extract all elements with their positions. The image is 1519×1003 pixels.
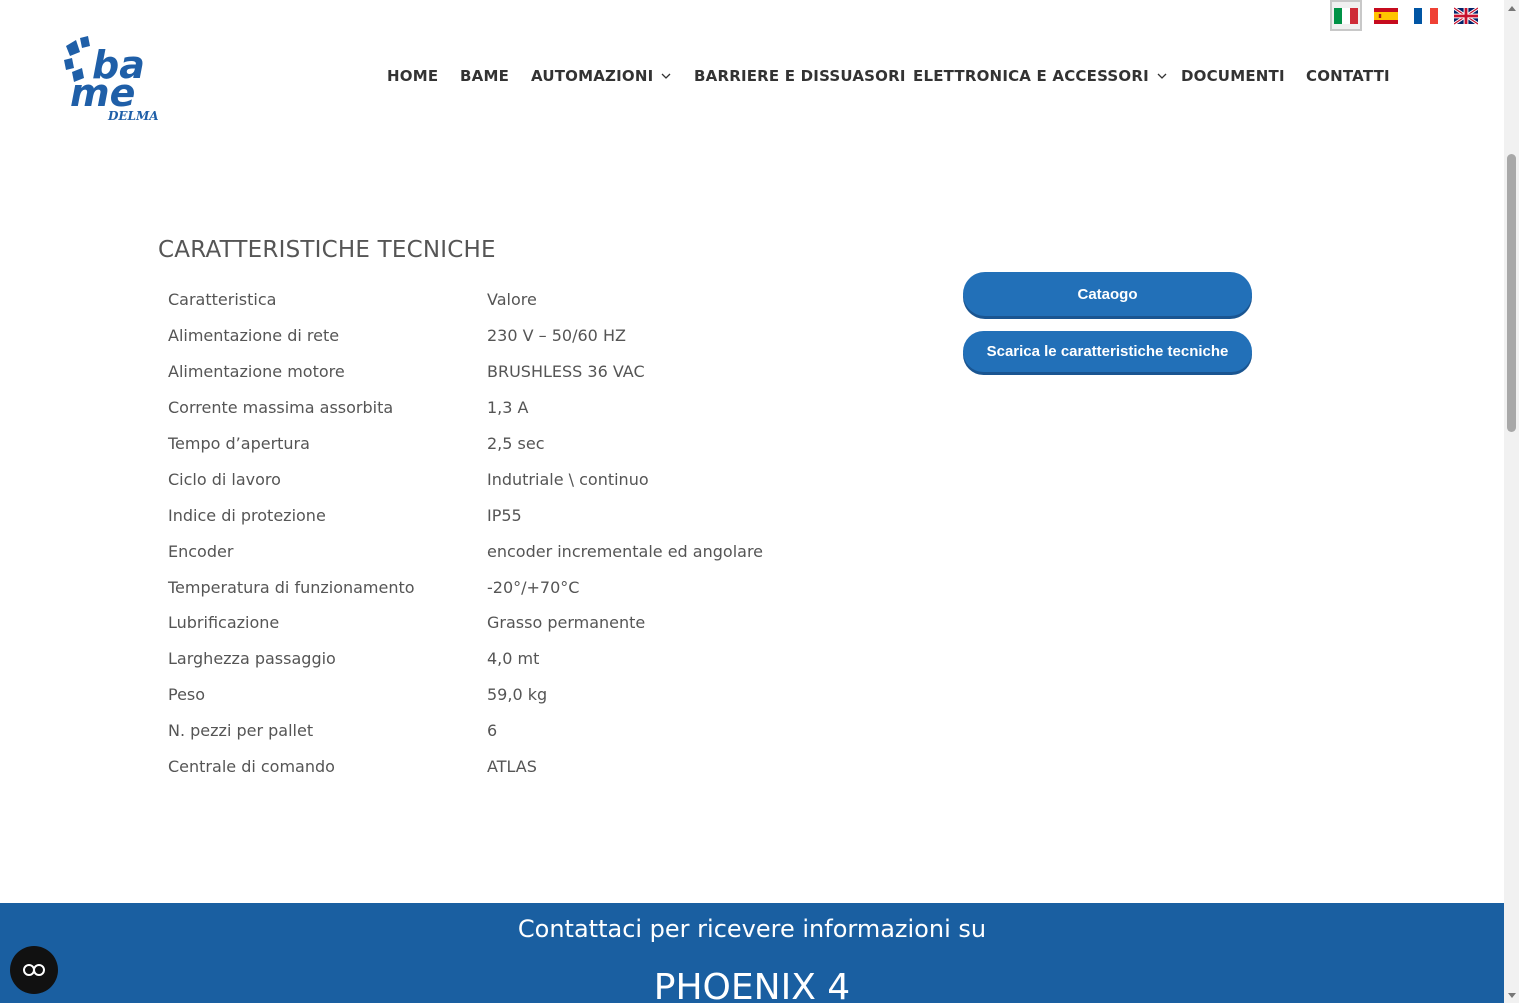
spec-key: Indice di protezione	[168, 505, 326, 525]
nav-label: BARRIERE E DISSUASORI	[694, 67, 906, 85]
table-row: Ciclo di lavoro Indutriale \ continuo	[168, 461, 763, 497]
scroll-up-arrow-icon[interactable]	[1504, 0, 1519, 15]
nav-home[interactable]: HOME	[387, 67, 438, 85]
chevron-down-icon	[1157, 73, 1167, 79]
lang-es[interactable]	[1370, 0, 1402, 31]
nav-automazioni[interactable]: AUTOMAZIONI	[531, 67, 671, 85]
table-row: Alimentazione motore BRUSHLESS 36 VAC	[168, 354, 763, 390]
specs-table: Caratteristica Valore Alimentazione di re…	[168, 282, 763, 784]
scroll-down-arrow-icon[interactable]	[1504, 988, 1519, 1003]
page: ba me DELMA HOME BAME AUTOMAZIONI BARRIE…	[0, 0, 1504, 1003]
lang-fr[interactable]	[1410, 0, 1442, 31]
spec-value: 4,0 mt	[487, 649, 540, 669]
language-switcher	[1330, 0, 1482, 31]
table-row: Caratteristica Valore	[168, 282, 763, 318]
spec-key: Caratteristica	[168, 290, 277, 310]
spec-value: 59,0 kg	[487, 685, 548, 705]
spec-key: Peso	[168, 685, 206, 705]
nav-label: AUTOMAZIONI	[531, 67, 654, 85]
contact-band: Contattaci per ricevere informazioni su …	[0, 903, 1504, 1003]
uk-flag-icon	[1454, 6, 1478, 25]
nav-label: HOME	[387, 67, 439, 85]
table-row: Temperatura di funzionamento -20°/+70°C	[168, 569, 763, 605]
nav-elettronica[interactable]: ELETTRONICA E ACCESSORI	[913, 67, 1167, 85]
table-row: Lubrificazione Grasso permanente	[168, 605, 763, 641]
table-row: Alimentazione di rete 230 V – 50/60 HZ	[168, 318, 763, 354]
spec-key: Encoder	[168, 541, 234, 561]
spec-key: Corrente massima assorbita	[168, 398, 394, 418]
spec-value: 230 V – 50/60 HZ	[487, 326, 626, 346]
band-product-name: PHOENIX 4	[653, 967, 851, 1003]
spec-key: N. pezzi per pallet	[168, 721, 314, 741]
privacy-settings-button[interactable]	[10, 946, 58, 994]
spec-value: ATLAS	[487, 757, 537, 777]
spec-key: Ciclo di lavoro	[168, 469, 281, 489]
nav-bame[interactable]: BAME	[460, 67, 509, 85]
nav-label: CONTATTI	[1306, 67, 1390, 85]
spec-value: -20°/+70°C	[487, 577, 580, 597]
specs-title: CARATTERISTICHE TECNICHE	[158, 237, 496, 263]
page-scrollbar[interactable]	[1504, 0, 1519, 1003]
nav-contatti[interactable]: CONTATTI	[1306, 67, 1390, 85]
spec-value: 1,3 A	[487, 398, 529, 418]
nav-label: BAME	[460, 67, 510, 85]
table-row: Larghezza passaggio 4,0 mt	[168, 641, 763, 677]
table-row: Encoder encoder incrementale ed angolare	[168, 533, 763, 569]
table-row: Tempo d’apertura 2,5 sec	[168, 426, 763, 462]
catalog-button[interactable]: Cataogo	[963, 272, 1252, 316]
nav-documenti[interactable]: DOCUMENTI	[1181, 67, 1285, 85]
nav-label: ELETTRONICA E ACCESSORI	[913, 67, 1149, 85]
spec-key: Larghezza passaggio	[168, 649, 336, 669]
spec-key: Tempo d’apertura	[168, 434, 310, 453]
spec-value: BRUSHLESS 36 VAC	[487, 362, 645, 382]
table-row: Peso 59,0 kg	[168, 677, 763, 713]
spec-value: 2,5 sec	[487, 434, 545, 453]
spec-value: 6	[487, 721, 498, 741]
table-row: Centrale di comando ATLAS	[168, 749, 763, 785]
table-row: Corrente massima assorbita 1,3 A	[168, 390, 763, 426]
scrollbar-thumb[interactable]	[1507, 154, 1516, 432]
table-row: Indice di protezione IP55	[168, 497, 763, 533]
logo-text-sub: DELMA	[107, 109, 159, 123]
band-subtitle: Contattaci per ricevere informazioni su	[517, 915, 987, 943]
spec-value: IP55	[487, 505, 522, 525]
lang-en[interactable]	[1450, 0, 1482, 31]
spec-key: Alimentazione di rete	[168, 326, 340, 346]
main-nav: HOME BAME AUTOMAZIONI BARRIERE E DISSUAS…	[387, 67, 1397, 89]
spain-flag-icon	[1374, 7, 1398, 24]
spec-value: Grasso permanente	[487, 613, 646, 633]
lang-it[interactable]	[1330, 0, 1362, 31]
spec-key: Centrale di comando	[168, 757, 335, 777]
chevron-down-icon	[661, 73, 671, 79]
table-row: N. pezzi per pallet 6	[168, 713, 763, 749]
spec-value: Indutriale \ continuo	[487, 469, 649, 489]
nav-barriere[interactable]: BARRIERE E DISSUASORI	[694, 67, 906, 85]
bame-logo-icon[interactable]: ba me DELMA	[62, 36, 166, 126]
italy-flag-icon	[1334, 7, 1358, 24]
nav-label: DOCUMENTI	[1181, 67, 1285, 85]
spec-key: Alimentazione motore	[168, 362, 345, 382]
download-specs-button[interactable]: Scarica le caratteristiche tecniche	[963, 331, 1252, 372]
spec-value: encoder incrementale ed angolare	[487, 541, 764, 561]
spec-key: Temperatura di funzionamento	[168, 577, 415, 597]
spec-key: Lubrificazione	[168, 613, 280, 633]
privacy-icon	[23, 964, 45, 976]
france-flag-icon	[1414, 7, 1438, 24]
spec-value: Valore	[487, 290, 537, 310]
